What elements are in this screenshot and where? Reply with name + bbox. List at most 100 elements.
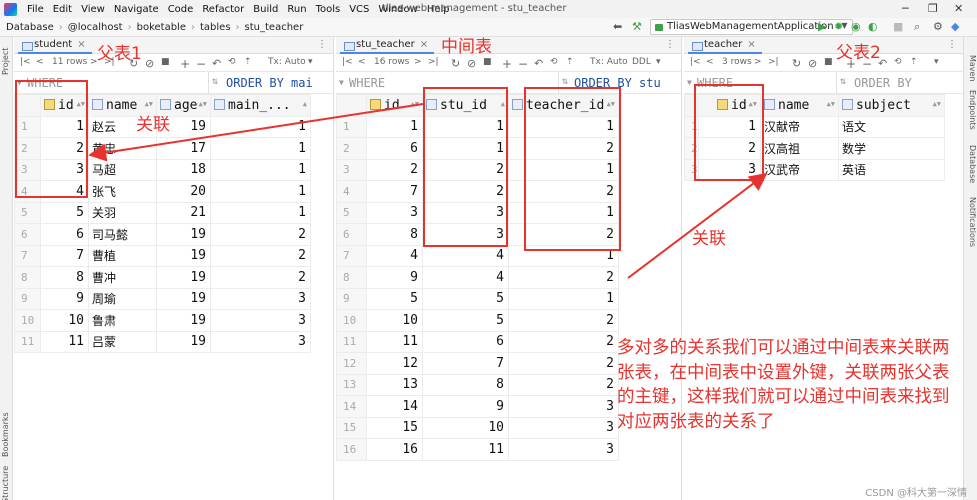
table-row[interactable]: 5 5 关羽 21 1 [14,201,311,224]
table-cell[interactable]: 汉献帝 [760,115,839,138]
table-cell[interactable]: 曹植 [88,244,157,267]
last-page-icon[interactable]: >| [768,57,779,67]
table-cell[interactable]: 7 [422,352,509,375]
back-arrow-icon[interactable]: ⬅ [613,20,622,33]
more-icon[interactable]: ▾ [656,57,661,67]
settings-gear-icon[interactable]: ⚙ [933,20,943,33]
column-header-subject[interactable]: subject ▲▼ [838,94,945,117]
table-row[interactable]: 8 8 曹冲 19 2 [14,266,311,289]
menu-code[interactable]: Code [168,4,194,15]
table-cell[interactable]: 5 [422,287,509,310]
run-icon[interactable]: ▶ [818,20,826,33]
submit-icon[interactable]: ⇡ [244,57,252,67]
menu-view[interactable]: View [81,4,105,15]
table-cell[interactable]: 语文 [838,115,945,138]
table-cell[interactable]: 2 [508,352,619,375]
table-row[interactable]: 10 10 鲁肃 19 3 [14,309,311,332]
next-page-icon[interactable]: > [414,57,422,67]
prev-page-icon[interactable]: < [706,57,714,67]
table-cell[interactable]: 8 [422,373,509,396]
table-cell[interactable]: 2 [508,266,619,289]
table-cell[interactable]: 1 [210,137,311,160]
debug-icon[interactable]: ✹ [834,20,843,33]
table-cell[interactable]: 3 [366,201,423,224]
table-cell[interactable]: 2 [366,158,423,181]
column-header-main-id[interactable]: main_... ▲ [210,94,311,117]
table-cell[interactable]: 3 [210,287,311,310]
next-page-icon[interactable]: > [754,57,762,67]
table-cell[interactable]: 1 [210,180,311,203]
table-cell[interactable]: 3 [210,309,311,332]
table-cell[interactable]: 18 [156,158,211,181]
table-cell[interactable]: 10 [40,309,89,332]
student-tx-mode[interactable]: Tx: Auto [268,57,306,67]
table-cell[interactable]: 16 [366,438,423,461]
table-cell[interactable]: 3 [210,330,311,353]
table-row[interactable]: 14 14 9 3 [336,395,619,418]
table-cell[interactable]: 7 [366,180,423,203]
submit-icon[interactable]: ⇡ [566,57,574,67]
table-cell[interactable]: 9 [366,266,423,289]
teacher-order-by-input[interactable]: ORDER BY [854,76,912,90]
table-cell[interactable]: 13 [366,373,423,396]
table-cell[interactable]: 司马懿 [88,223,157,246]
table-row[interactable]: 8942 [336,266,619,289]
stop-icon[interactable]: ■ [483,57,492,67]
table-cell[interactable]: 21 [156,201,211,224]
table-cell[interactable]: 3 [508,395,619,418]
build-hammer-icon[interactable]: ⚒ [632,20,642,33]
table-cell[interactable]: 周瑜 [88,287,157,310]
prev-page-icon[interactable]: < [358,57,366,67]
more-options-icon[interactable]: ⋮ [665,39,675,50]
menu-build[interactable]: Build [253,4,278,15]
coverage-icon[interactable]: ◉ [851,20,861,33]
table-row[interactable]: 13 13 8 2 [336,373,619,396]
table-row[interactable]: 6 6 司马懿 19 2 [14,223,311,246]
first-page-icon[interactable]: |< [342,57,353,67]
table-cell[interactable]: 12 [366,352,423,375]
sort-arrows-icon[interactable]: ▲▼ [411,100,419,108]
table-row[interactable]: 11 11 6 2 [336,330,619,353]
table-row[interactable]: 15 15 10 3 [336,416,619,439]
stop-icon[interactable]: ■ [161,57,170,67]
table-cell[interactable]: 3 [508,416,619,439]
table-cell[interactable]: 9 [40,287,89,310]
table-cell[interactable]: 6 [366,137,423,160]
search-icon[interactable]: ⌕ [914,20,920,34]
delete-row-icon[interactable]: − [518,57,528,71]
table-cell[interactable]: 19 [156,223,211,246]
table-cell[interactable]: 2 [508,309,619,332]
add-row-icon[interactable]: + [180,57,190,71]
sort-arrows-icon[interactable]: ▲ [303,100,307,108]
tab-close-icon[interactable]: × [420,39,428,50]
menu-run[interactable]: Run [287,4,306,15]
table-cell[interactable]: 11 [422,438,509,461]
table-cell[interactable]: 汉武帝 [760,158,839,181]
refresh-icon[interactable]: ↻ [451,57,460,70]
breadcrumb-host[interactable]: @localhost [68,22,123,33]
table-cell[interactable]: 6 [40,223,89,246]
bookmarks-tool-tab[interactable]: Bookmarks [1,412,10,457]
tab-teacher[interactable]: teacher × [688,37,762,54]
table-cell[interactable]: 鲁肃 [88,309,157,332]
table-row[interactable]: 7 7 曹植 19 2 [14,244,311,267]
delete-row-icon[interactable]: − [196,57,206,71]
table-cell[interactable]: 10 [366,309,423,332]
maven-tool-tab[interactable]: Maven [968,55,977,82]
sort-arrows-icon[interactable]: ▲▼ [827,100,835,108]
table-cell[interactable]: 17 [156,137,211,160]
table-cell[interactable]: 6 [422,330,509,353]
table-cell[interactable]: 4 [422,266,509,289]
maximize-icon[interactable]: ❐ [928,2,938,15]
database-tool-tab[interactable]: Database [968,145,977,183]
table-cell[interactable]: 黄忠 [88,137,157,160]
table-cell[interactable]: 1 [210,115,311,138]
project-tool-tab[interactable]: Project [1,48,10,75]
refresh-icon[interactable]: ↻ [792,57,801,70]
last-page-icon[interactable]: >| [428,57,439,67]
table-cell[interactable]: 汉高祖 [760,137,839,160]
stop-icon[interactable]: ■ [893,20,903,33]
sort-arrows-icon[interactable]: ▲▼ [933,100,941,108]
table-cell[interactable]: 曹冲 [88,266,157,289]
tab-student[interactable]: student × [18,37,92,54]
